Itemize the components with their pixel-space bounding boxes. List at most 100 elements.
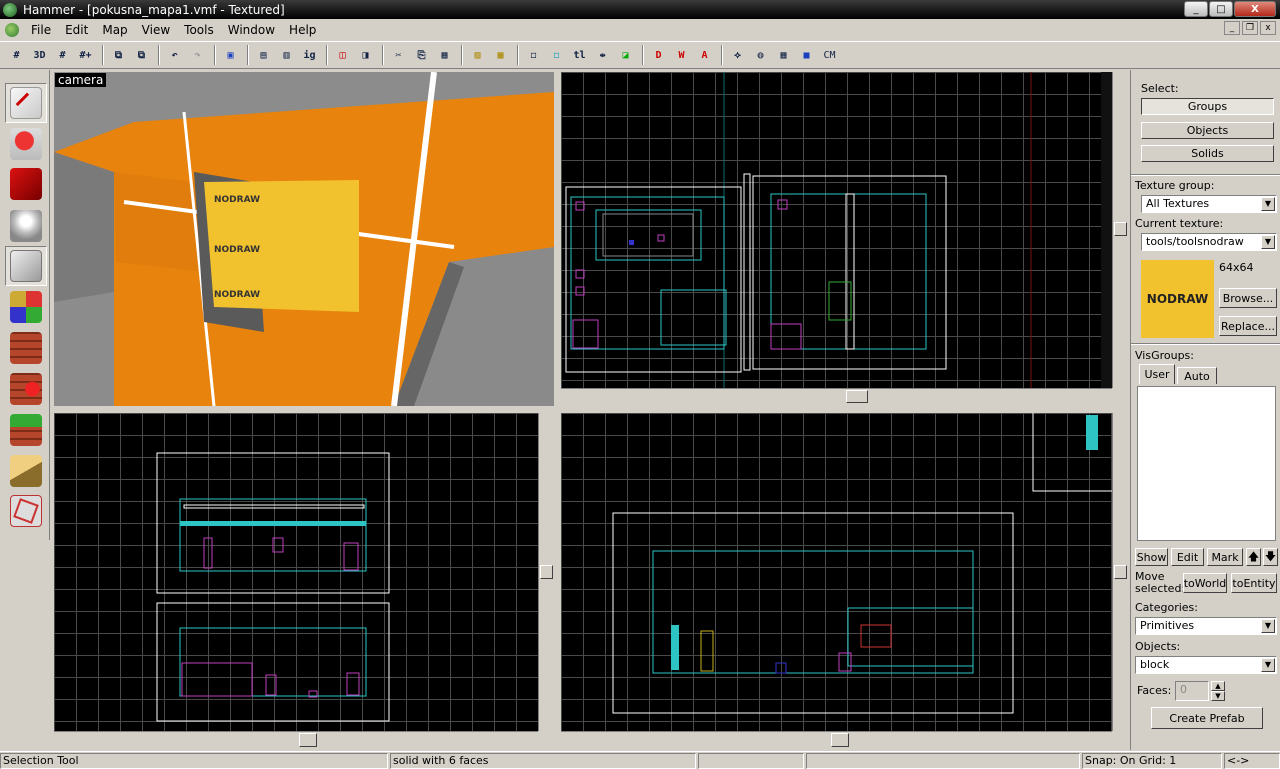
3d-grid-icon[interactable]: 3D [29,45,50,66]
menu-map[interactable]: Map [95,20,134,40]
scroll-thumb-h[interactable] [846,390,868,403]
selection-tool-button[interactable] [5,83,47,123]
visgroups-list[interactable] [1137,386,1276,541]
move-down-icon[interactable]: 🡇 [1263,548,1278,566]
edit-button[interactable]: Edit [1171,548,1204,566]
select-by-center-icon[interactable]: ◻ [546,45,567,66]
show-button[interactable]: Show [1135,548,1168,566]
show-detail-icon[interactable]: D [648,45,669,66]
undo-icon[interactable]: ↶ [164,45,185,66]
scroll-thumb[interactable] [1114,565,1127,579]
menu-view[interactable]: View [135,20,177,40]
toggle-tl-icon[interactable]: tl [569,45,590,66]
block-tool-button[interactable] [5,246,47,286]
apply-texture-button[interactable] [5,328,47,368]
mdi-minimize-button[interactable]: _ [1224,21,1240,35]
create-prefab-button[interactable]: Create Prefab [1151,707,1263,729]
faces-up-icon[interactable]: ▲ [1211,681,1225,691]
replace-button[interactable]: Replace... [1219,316,1277,336]
texture-scale-lock-icon[interactable]: ▩ [490,45,511,66]
grid-toggle-icon[interactable]: # [6,45,27,66]
clipping-tool-button[interactable] [5,451,47,491]
menu-help[interactable]: Help [282,20,323,40]
tab-auto[interactable]: Auto [1177,367,1217,384]
texture-application-button[interactable] [5,287,47,327]
categories-select[interactable]: Primitives ▼ [1135,617,1277,635]
entity-report-icon[interactable]: ◍ [750,45,771,66]
menu-window[interactable]: Window [221,20,282,40]
vertex-color-icon[interactable]: ■ [796,45,817,66]
front-view-vscroll[interactable] [538,413,554,731]
texture-group-select[interactable]: All Textures ▼ [1141,195,1277,213]
overlay-tool-button[interactable] [5,410,47,450]
close-button[interactable]: X [1234,1,1276,17]
magnify-tool-button[interactable] [5,124,47,164]
autosize-icon[interactable]: ◪ [615,45,636,66]
carve-icon[interactable]: ▣ [220,45,241,66]
move-up-icon[interactable]: 🡅 [1246,548,1261,566]
entity-tool-button[interactable] [5,206,47,246]
select-solids-button[interactable]: Solids [1141,145,1274,162]
minimize-button[interactable]: _ [1184,1,1208,17]
mark-button[interactable]: Mark [1207,548,1243,566]
show-world-icon[interactable]: W [671,45,692,66]
scroll-thumb[interactable] [1114,222,1127,236]
side-view-geometry [612,413,1112,714]
top-view-vscroll[interactable] [1112,72,1128,388]
current-texture-select[interactable]: tools/toolsnodraw ▼ [1141,233,1277,251]
paste-icon[interactable]: ▦ [434,45,455,66]
document-icon[interactable] [5,22,19,37]
camera-tool-button[interactable] [5,164,47,204]
menu-edit[interactable]: Edit [58,20,95,40]
scroll-thumb-h[interactable] [831,733,849,747]
copy-icon[interactable]: ⎘ [411,45,432,66]
objects-label: Objects: [1135,640,1181,653]
cordon-edit-icon[interactable]: ◨ [355,45,376,66]
vertex-tool-button[interactable] [5,491,47,531]
to-world-button[interactable]: toWorld [1183,573,1227,593]
front-view-hscroll[interactable] [54,731,538,749]
top-view-viewport[interactable] [561,72,1112,388]
camera-viewport[interactable]: NODRAW NODRAW NODRAW [54,72,554,406]
top-view-hscroll[interactable] [561,388,1112,404]
model-icon[interactable]: ⟡ [727,45,748,66]
mdi-close-button[interactable]: x [1260,21,1276,35]
menu-file[interactable]: File [24,20,58,40]
scroll-thumb[interactable] [540,565,553,579]
mdi-restore-button[interactable]: ❐ [1242,21,1258,35]
side-view-hscroll[interactable] [561,731,1112,749]
cubemap-icon[interactable]: CM [819,45,840,66]
ungroup-icon[interactable]: ⧉ [131,45,152,66]
decal-tool-button[interactable] [5,369,47,409]
hide-items-icon[interactable]: ▤ [253,45,274,66]
faces-input[interactable]: 0 [1175,681,1209,701]
larger-grid-icon[interactable]: #+ [75,45,96,66]
select-groups-button[interactable]: Groups [1141,98,1274,115]
side-view-viewport[interactable] [561,413,1112,731]
status-snap: Snap: On Grid: 1 [1082,753,1222,769]
select-objects-button[interactable]: Objects [1141,122,1274,139]
cordon-icon[interactable]: ◫ [332,45,353,66]
smaller-grid-icon[interactable]: # [52,45,73,66]
select-by-handles-icon[interactable]: ◻ [523,45,544,66]
hide-unselected-icon[interactable]: ▥ [276,45,297,66]
chevron-down-icon: ▼ [1261,235,1275,249]
browse-button[interactable]: Browse... [1219,288,1277,308]
displacement-icon[interactable]: ▦ [773,45,794,66]
texture-lock-icon[interactable]: ▨ [467,45,488,66]
snap-helpers-icon[interactable]: ⇹ [592,45,613,66]
tab-user[interactable]: User [1139,364,1175,384]
side-view-vscroll[interactable] [1112,413,1128,731]
show-all-icon[interactable]: A [694,45,715,66]
cut-icon[interactable]: ✂ [388,45,409,66]
menu-tools[interactable]: Tools [177,20,221,40]
scroll-thumb-h[interactable] [299,733,317,747]
maximize-button[interactable]: □ [1209,1,1233,17]
front-view-viewport[interactable] [54,413,538,731]
objects-select[interactable]: block ▼ [1135,656,1277,674]
group-icon[interactable]: ⧉ [108,45,129,66]
redo-icon[interactable]: ↷ [187,45,208,66]
faces-down-icon[interactable]: ▼ [1211,691,1225,701]
ignore-groups-icon[interactable]: ig [299,45,320,66]
to-entity-button[interactable]: toEntity [1231,573,1277,593]
